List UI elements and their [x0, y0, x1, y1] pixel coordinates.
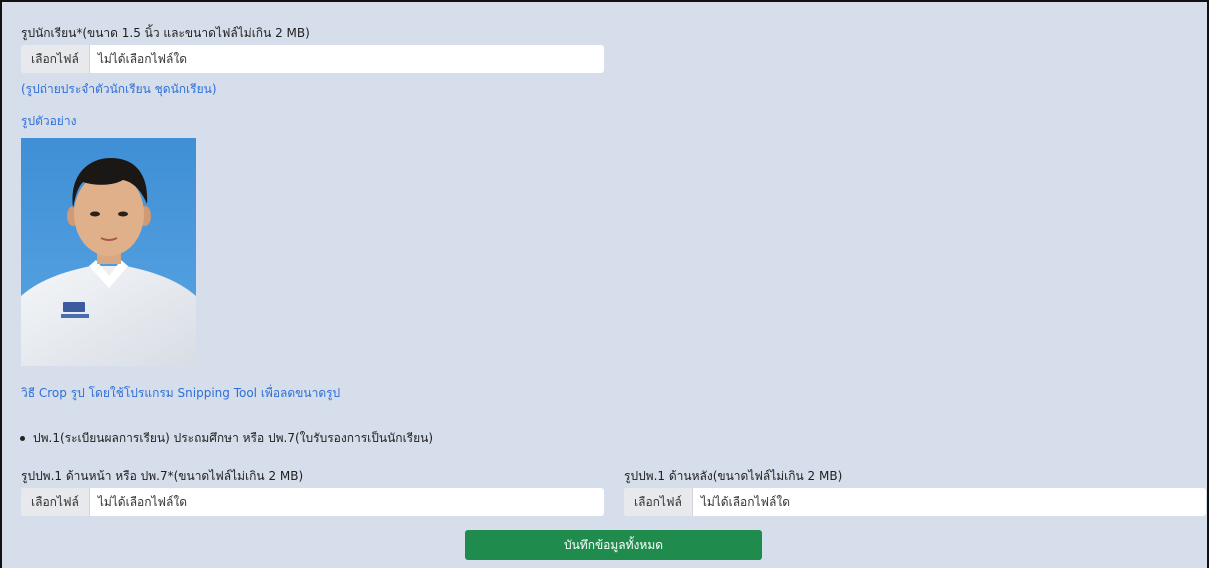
file-status: ไม่ได้เลือกไฟล์ใด — [700, 494, 791, 509]
bullet-icon — [20, 436, 25, 441]
sample-photo-link[interactable]: รูปตัวอย่าง — [21, 112, 76, 131]
save-all-button[interactable]: บันทึกข้อมูลทั้งหมด — [465, 530, 762, 560]
student-photo-file-input[interactable]: เลือกไฟล์ ไม่ได้เลือกไฟล์ใด — [21, 45, 604, 73]
choose-file-button[interactable]: เลือกไฟล์ — [624, 488, 693, 516]
document-bullet: ปพ.1(ระเบียนผลการเรียน) ประถมศึกษา หรือ … — [20, 429, 433, 448]
choose-file-button[interactable]: เลือกไฟล์ — [21, 488, 90, 516]
document-bullet-text: ปพ.1(ระเบียนผลการเรียน) ประถมศึกษา หรือ … — [33, 431, 434, 445]
file-status: ไม่ได้เลือกไฟล์ใด — [97, 494, 188, 509]
file-status: ไม่ได้เลือกไฟล์ใด — [97, 51, 188, 66]
front-doc-file-input[interactable]: เลือกไฟล์ ไม่ได้เลือกไฟล์ใด — [21, 488, 604, 516]
student-photo-label: รูปนักเรียน*(ขนาด 1.5 นิ้ว และขนาดไฟล์ไม… — [21, 26, 310, 40]
front-doc-label: รูปปพ.1 ด้านหน้า หรือ ปพ.7*(ขนาดไฟล์ไม่เ… — [21, 469, 304, 483]
crop-guide-link[interactable]: วิธี Crop รูป โดยใช้โปรแกรม Snipping Too… — [21, 384, 340, 403]
sample-student-photo — [21, 138, 196, 366]
back-doc-file-input[interactable]: เลือกไฟล์ ไม่ได้เลือกไฟล์ใด — [624, 488, 1206, 516]
back-doc-label: รูปปพ.1 ด้านหลัง(ขนาดไฟล์ไม่เกิน 2 MB) — [624, 469, 843, 483]
choose-file-button[interactable]: เลือกไฟล์ — [21, 45, 90, 73]
upload-form: รูปนักเรียน*(ขนาด 1.5 นิ้ว และขนาดไฟล์ไม… — [0, 0, 1209, 568]
student-photo-hint: (รูปถ่ายประจำตัวนักเรียน ชุดนักเรียน) — [21, 82, 217, 96]
